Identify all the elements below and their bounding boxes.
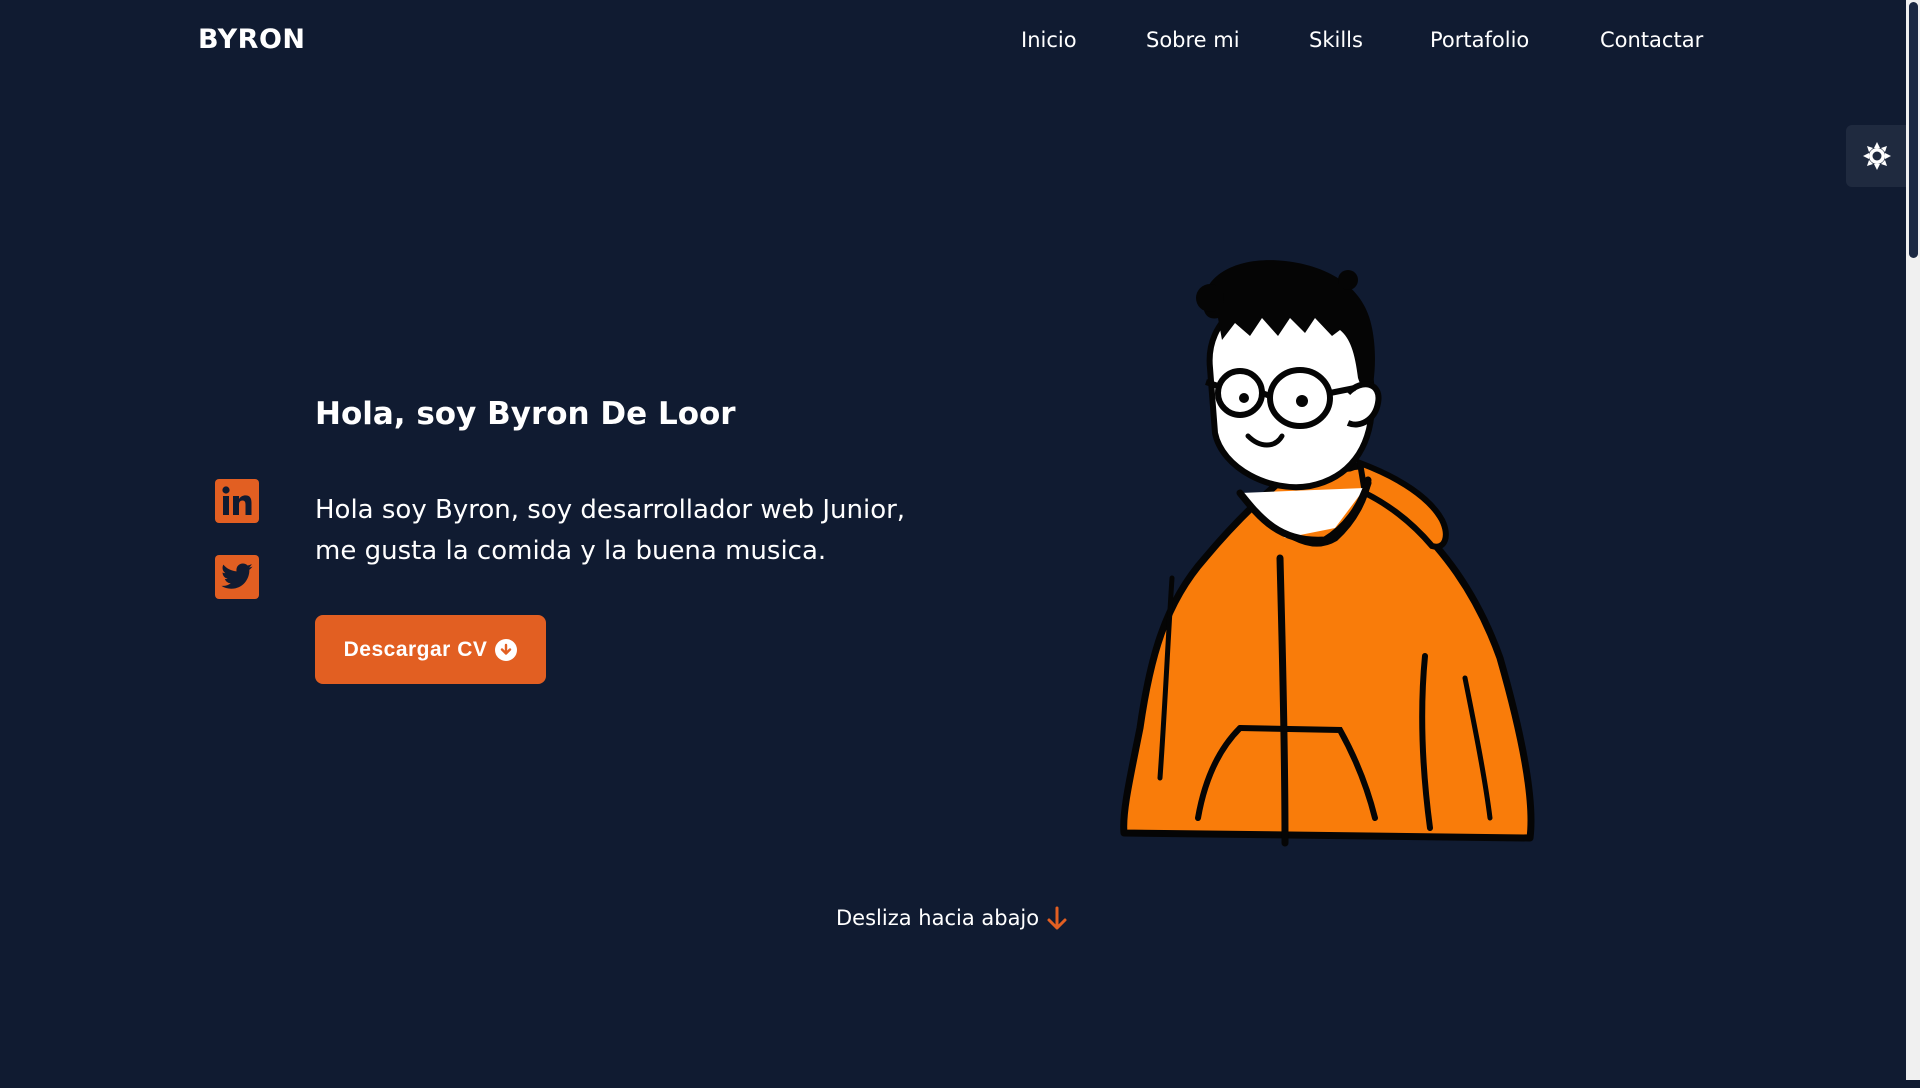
twitter-link[interactable] <box>215 555 259 599</box>
scroll-down-label: Desliza hacia abajo <box>836 906 1040 930</box>
theme-toggle-button[interactable] <box>1846 125 1908 187</box>
nav-item-skills[interactable]: Skills <box>1309 28 1363 52</box>
hero-description-line: Hola soy Byron, soy desarrollador web Ju… <box>315 495 906 525</box>
arrow-down-icon <box>1047 906 1067 930</box>
hero-title: Hola, soy Byron De Loor <box>315 396 736 432</box>
scrollbar-thumb[interactable] <box>1909 2 1918 258</box>
hero-description: Hola soy Byron, soy desarrollador web Ju… <box>315 490 955 572</box>
logo[interactable]: BYRON <box>198 24 306 55</box>
linkedin-icon <box>222 486 252 515</box>
download-cv-button[interactable]: Descargar CV <box>315 615 546 684</box>
nav-item-sobre-mi[interactable]: Sobre mi <box>1146 28 1240 52</box>
download-circle-icon <box>495 638 518 661</box>
page: BYRON Inicio Sobre mi Skills Portafolio … <box>0 0 1920 1088</box>
nav-item-portafolio[interactable]: Portafolio <box>1430 28 1529 52</box>
avatar-illustration <box>1120 260 1535 847</box>
nav-item-contactar[interactable]: Contactar <box>1600 28 1703 52</box>
scroll-down-link[interactable]: Desliza hacia abajo <box>836 904 1069 932</box>
twitter-icon <box>221 563 253 589</box>
sun-icon <box>1863 142 1891 170</box>
linkedin-link[interactable] <box>215 479 259 523</box>
download-cv-label: Descargar CV <box>343 637 488 661</box>
scrollbar[interactable] <box>1906 0 1920 1080</box>
hero-description-line: me gusta la comida y la buena musica. <box>315 536 827 566</box>
nav-item-inicio[interactable]: Inicio <box>1021 28 1077 52</box>
